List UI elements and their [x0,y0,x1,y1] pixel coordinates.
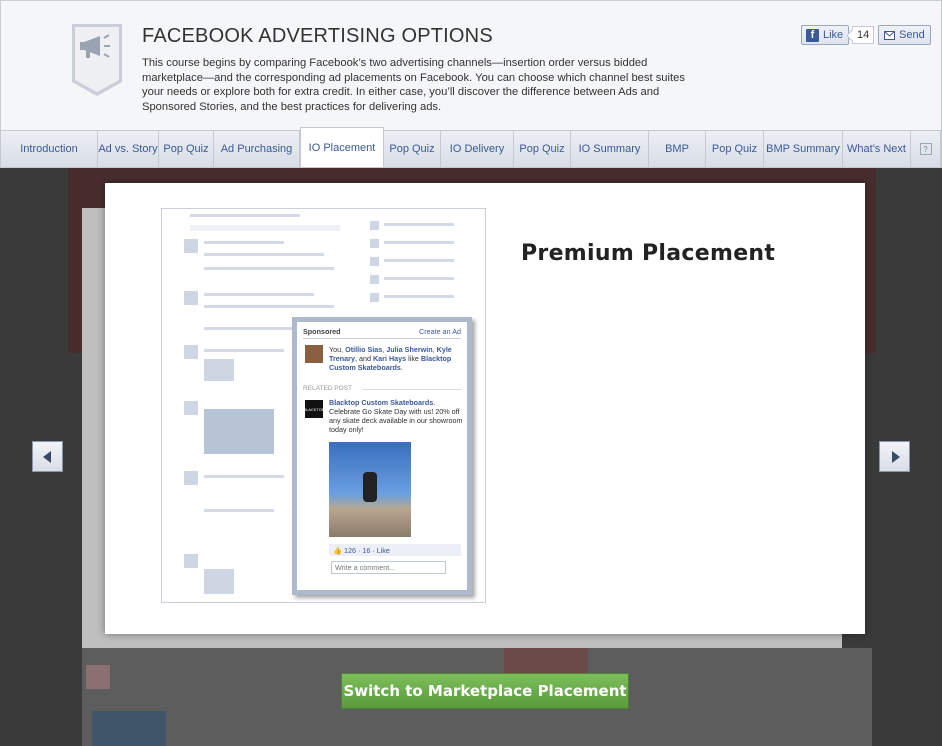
background-avatar [86,665,110,689]
page-link[interactable]: Blacktop Custom Skateboards [329,398,433,407]
arrow-left-icon [42,450,51,463]
arrow-right-icon [891,450,900,463]
envelope-icon [884,30,895,40]
like-label: Like [823,29,844,41]
friends-like-text: You, Otillio Sias, Julia Sherwin, Kyle T… [329,345,452,372]
facebook-page-mockup: Sponsored Create an Ad You, Otillio Sias… [161,208,486,603]
help-icon: ? [919,143,932,155]
tab-ad-vs-story[interactable]: Ad vs. Story [98,131,159,167]
friend-link[interactable]: Kari Hays [373,354,406,363]
tab-introduction[interactable]: Introduction [1,131,98,167]
like-count: 14 [852,26,875,44]
create-ad-link[interactable]: Create an Ad [419,327,461,336]
modal-title: Premium Placement [521,241,776,266]
ad-header: Sponsored Create an Ad [303,327,461,339]
tab-io-summary[interactable]: IO Summary [571,131,649,167]
tab-pop-quiz-1[interactable]: Pop Quiz [159,131,214,167]
tab-pop-quiz-4[interactable]: Pop Quiz [706,131,764,167]
background-image [92,711,166,746]
tab-io-delivery[interactable]: IO Delivery [441,131,514,167]
comment-input[interactable]: Write a comment... [331,561,446,574]
tab-ad-purchasing[interactable]: Ad Purchasing [214,131,300,167]
like-button[interactable]: f Like [801,25,850,45]
related-post-label: RELATED POST [303,385,461,393]
facebook-icon: f [806,28,819,42]
send-button[interactable]: Send [878,25,931,45]
send-label: Send [899,29,925,41]
tab-whats-next[interactable]: What's Next [843,131,911,167]
sponsored-ad: Sponsored Create an Ad You, Otillio Sias… [292,317,472,595]
post-body: Blacktop Custom Skateboards. Celebrate G… [329,398,463,434]
tab-io-placement[interactable]: IO Placement [300,127,384,167]
course-tabs: Introduction Ad vs. Story Pop Quiz Ad Pu… [0,127,942,168]
tab-pop-quiz-2[interactable]: Pop Quiz [384,131,441,167]
tab-pop-quiz-3[interactable]: Pop Quiz [514,131,571,167]
tab-bmp-summary[interactable]: BMP Summary [764,131,843,167]
switch-placement-button[interactable]: Switch to Marketplace Placement [341,673,629,709]
help-button[interactable]: ? [911,131,941,167]
post-stats: 👍 126 · 16 · Like [329,544,461,556]
previous-button[interactable] [32,441,63,472]
sponsored-label: Sponsored [303,327,341,336]
placement-modal: Sponsored Create an Ad You, Otillio Sias… [105,183,865,634]
friend-link[interactable]: Otillio Sias [345,345,382,354]
skateboard-photo [329,442,411,537]
course-description: This course begins by comparing Facebook… [142,57,685,113]
friend-link[interactable]: Julia Sherwin [386,345,432,354]
avatar [305,345,323,363]
page-logo: BLACKTOP [303,400,325,418]
megaphone-icon [72,24,122,96]
content-stage: Sponsored Create an Ad You, Otillio Sias… [0,168,942,746]
course-header: FACEBOOK ADVERTISING OPTIONS This course… [0,0,942,130]
thumbs-up-icon: 👍 [333,545,344,555]
tab-bmp[interactable]: BMP [649,131,706,167]
next-button[interactable] [879,441,910,472]
page-title: FACEBOOK ADVERTISING OPTIONS [142,25,493,47]
